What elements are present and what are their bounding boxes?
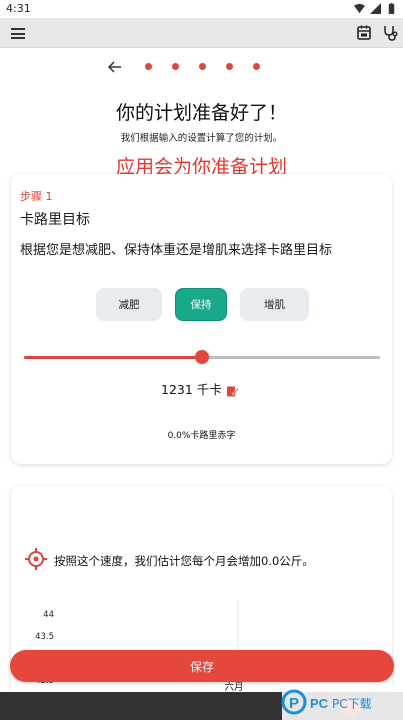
progress-dot xyxy=(199,63,206,70)
gain-muscle-button[interactable]: 增肌 xyxy=(240,288,309,321)
app-bar xyxy=(0,18,403,48)
y-tick-label: 43.5 xyxy=(35,632,54,642)
watermark-text: PC下载 xyxy=(332,697,372,711)
page-subtitle: 我们根据输入的设置计算了您的计划。 xyxy=(120,133,283,144)
calorie-target-card: 步骤 1 卡路里目标 根据您是想减肥、保持体重还是增肌来选择卡路里目标 减肥 保… xyxy=(11,174,392,464)
target-icon xyxy=(25,548,47,570)
progress-dot xyxy=(226,63,233,70)
back-arrow-icon[interactable] xyxy=(106,59,124,75)
lose-weight-button[interactable]: 减肥 xyxy=(96,288,162,321)
forecast-text: 按照这个速度，我们估计您每个月会增加0.0公斤。 xyxy=(54,554,314,568)
card-description: 根据您是想减肥、保持体重还是增肌来选择卡路里目标 xyxy=(20,243,333,258)
deficit-text: 0.0%卡路里赤字 xyxy=(167,431,236,441)
system-icons xyxy=(354,3,397,14)
page-title: 你的计划准备好了！ xyxy=(115,102,287,124)
stethoscope-icon[interactable] xyxy=(382,25,398,41)
progress-dot xyxy=(253,63,260,70)
plan-screen: 你的计划准备好了！ 我们根据输入的设置计算了您的计划。 应用会为你准备计划 步骤… xyxy=(0,48,403,692)
watermark-logo: P PC PC下载 xyxy=(281,684,403,720)
diary-icon[interactable] xyxy=(356,25,372,41)
slider-fill xyxy=(24,356,202,359)
menu-icon[interactable] xyxy=(11,28,25,39)
save-button[interactable]: 保存 xyxy=(10,650,394,682)
calorie-slider[interactable] xyxy=(24,350,380,364)
status-time: 4:31 xyxy=(6,2,31,15)
calorie-value: 1231 千卡 xyxy=(161,382,222,397)
y-tick-label: 44 xyxy=(43,610,54,620)
signal-icon xyxy=(370,3,381,14)
card-title: 卡路里目标 xyxy=(20,212,90,228)
battery-icon xyxy=(388,3,395,14)
progress-dot xyxy=(172,63,179,70)
status-bar: 4:31 xyxy=(0,0,403,18)
wifi-icon xyxy=(354,3,365,14)
svg-text:P: P xyxy=(289,695,299,712)
slider-thumb[interactable] xyxy=(195,350,209,364)
maintain-weight-button[interactable]: 保持 xyxy=(175,288,227,321)
step-label: 步骤 1 xyxy=(20,190,53,203)
progress-dots xyxy=(145,63,260,70)
x-tick-label: 六月 xyxy=(224,681,243,692)
svg-text:PC: PC xyxy=(310,696,329,711)
progress-dot xyxy=(145,63,152,70)
edit-icon[interactable] xyxy=(227,385,239,397)
